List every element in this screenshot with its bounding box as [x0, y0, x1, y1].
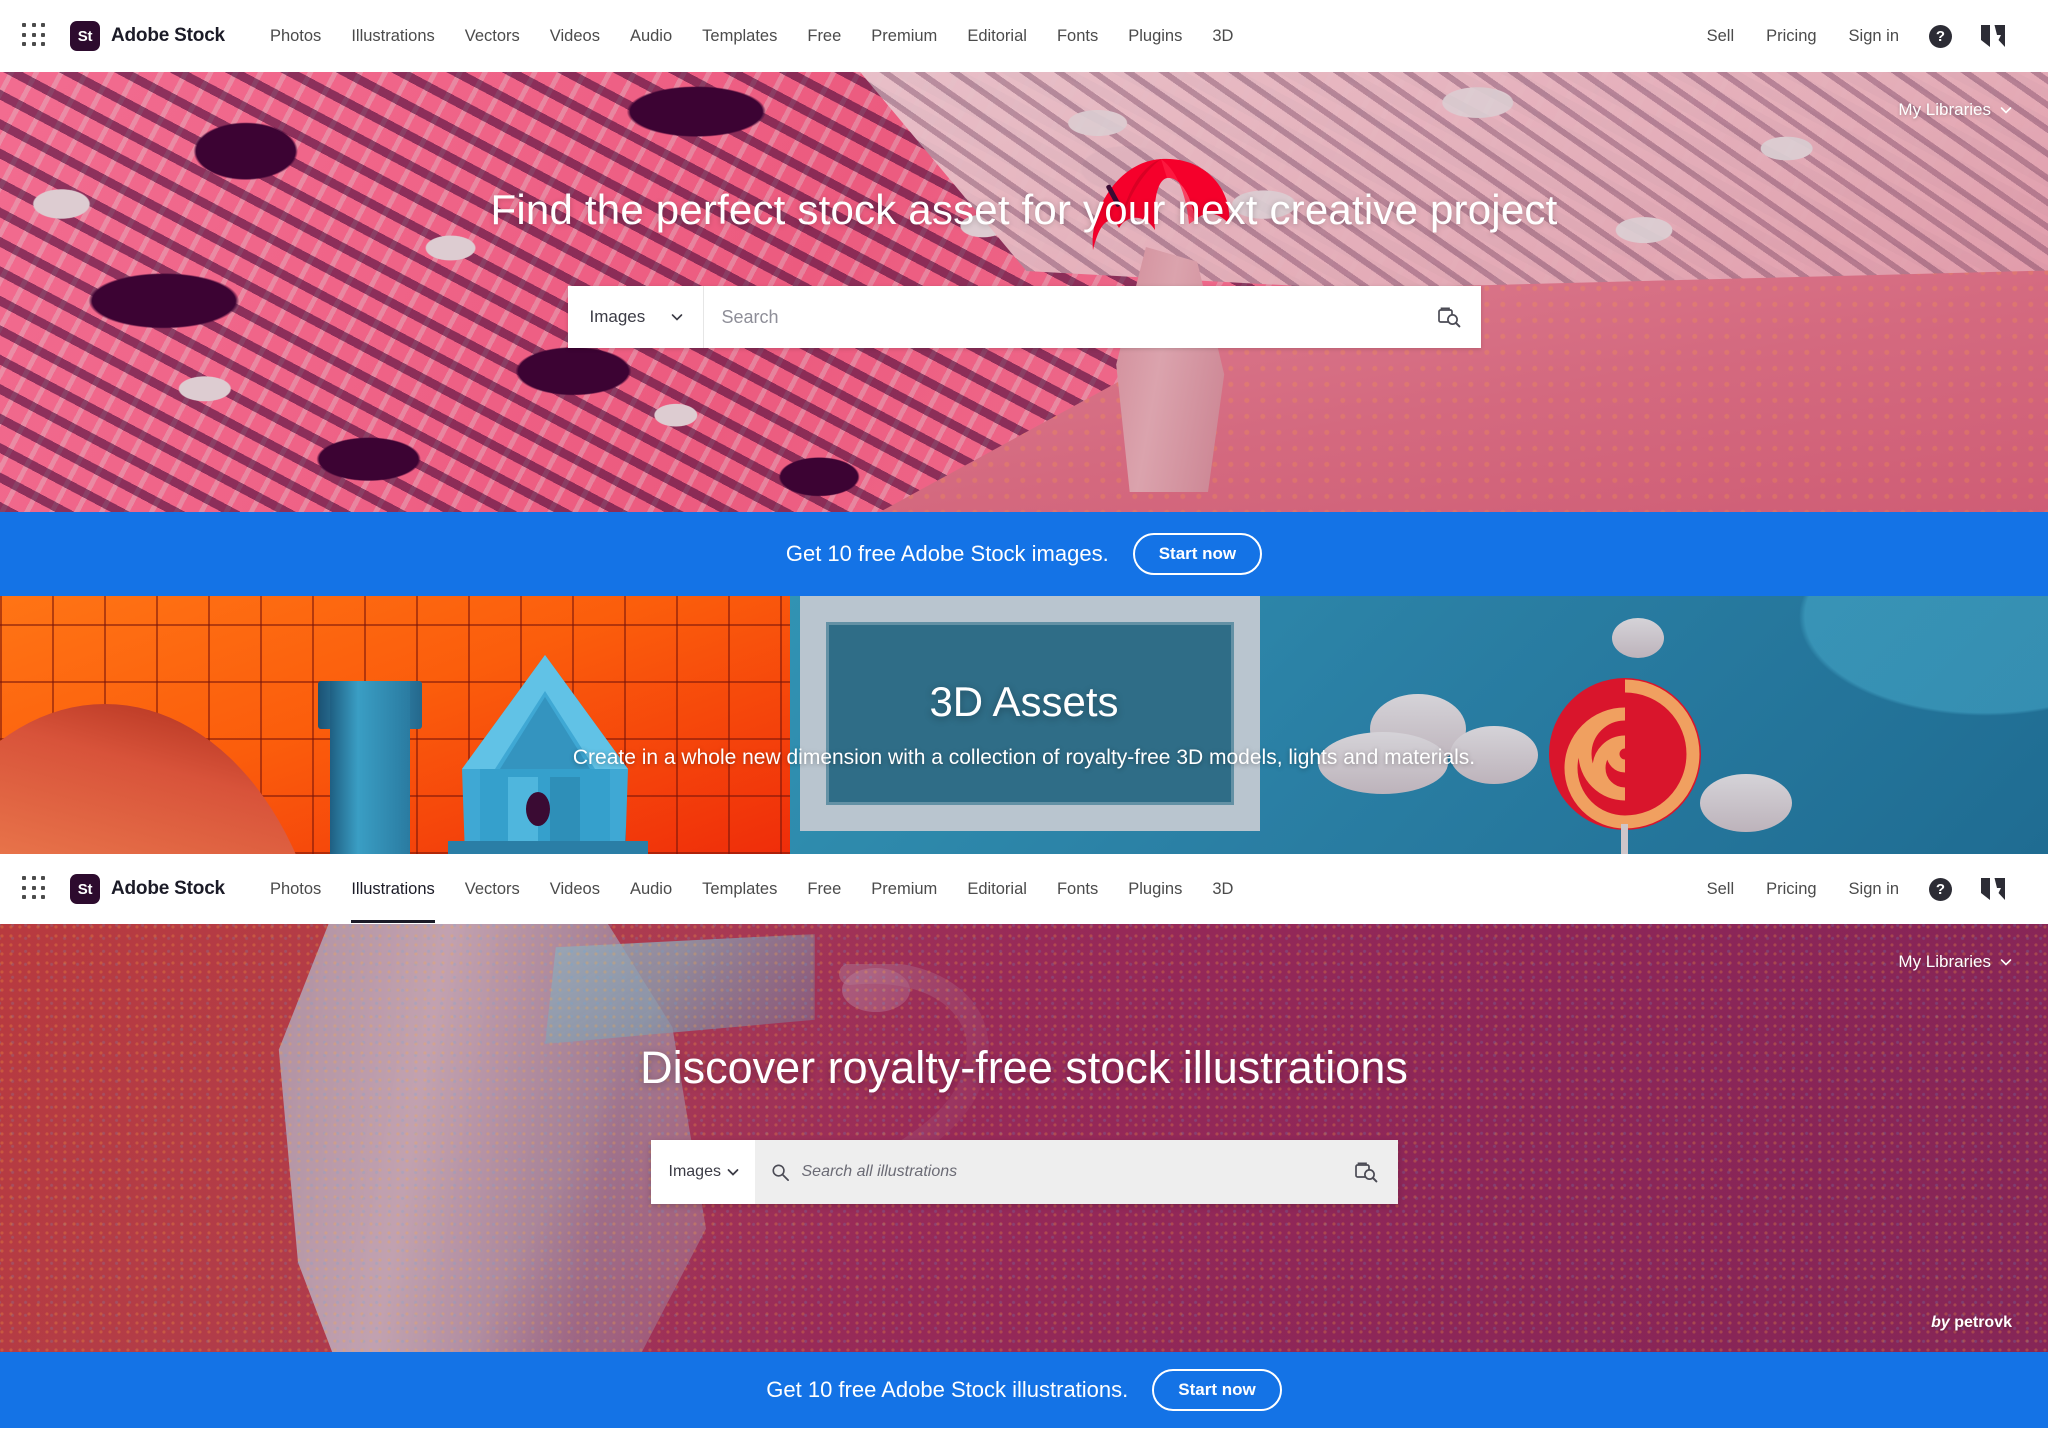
- adobe-stock-logo[interactable]: St Adobe Stock: [70, 874, 225, 904]
- search-icon: [771, 1163, 789, 1181]
- nav-item-editorial[interactable]: Editorial: [952, 3, 1042, 70]
- nav2-item-pricing[interactable]: Pricing: [1750, 856, 1832, 923]
- promo-banner-bottom-text: Get 10 free Adobe Stock illustrations.: [766, 1377, 1129, 1402]
- nav-item-plugins[interactable]: Plugins: [1113, 3, 1197, 70]
- attribution-author: petrovk: [1954, 1314, 2012, 1331]
- visual-search-button[interactable]: [1333, 1140, 1398, 1204]
- hero-title: Find the perfect stock asset for your ne…: [490, 186, 1558, 233]
- banner-3d-text-block: 3D Assets Create in a whole new dimensio…: [0, 596, 2048, 854]
- promo-banner-top-start-now-button[interactable]: Start now: [1132, 533, 1263, 575]
- search-type-select[interactable]: Images: [650, 1140, 755, 1204]
- chevron-down-icon: [2000, 107, 2012, 114]
- hero-illustrations-title: Discover royalty-free stock illustration…: [640, 1042, 1408, 1093]
- nav2-item-templates[interactable]: Templates: [687, 856, 792, 923]
- secondary-nav-links: Photos Illustrations Vectors Videos Audi…: [255, 856, 1691, 923]
- nav-item-fonts[interactable]: Fonts: [1042, 3, 1113, 70]
- stock-logo-mark: St: [70, 21, 100, 51]
- my-libraries-dropdown[interactable]: My Libraries: [1898, 952, 2012, 972]
- nav-item-pricing[interactable]: Pricing: [1750, 3, 1832, 70]
- nav-item-free[interactable]: Free: [792, 3, 856, 70]
- my-libraries-label: My Libraries: [1898, 100, 1991, 119]
- nav2-item-editorial[interactable]: Editorial: [952, 856, 1042, 923]
- nav-item-videos[interactable]: Videos: [535, 3, 615, 70]
- promo-banner-top: Get 10 free Adobe Stock images. Start no…: [0, 512, 2048, 596]
- adobe-stock-page: St Adobe Stock Photos Illustrations Vect…: [0, 0, 2048, 1448]
- hero-section-illustrations: My Libraries Discover royalty-free stock…: [0, 924, 2048, 1428]
- nav2-item-fonts[interactable]: Fonts: [1042, 856, 1113, 923]
- search-type-value: Images: [668, 1163, 721, 1180]
- promo-banner-bottom: Get 10 free Adobe Stock illustrations. S…: [0, 1352, 2048, 1428]
- image-attribution: by petrovk: [1931, 1314, 2012, 1332]
- banner-3d-subtitle: Create in a whole new dimension with a c…: [572, 745, 1476, 769]
- primary-navigation-bar: St Adobe Stock Photos Illustrations Vect…: [0, 0, 2048, 72]
- app-grid-icon[interactable]: [22, 23, 48, 49]
- nav2-item-videos[interactable]: Videos: [535, 856, 615, 923]
- chevron-down-icon: [671, 314, 682, 321]
- nav2-item-sign-in[interactable]: Sign in: [1833, 856, 1915, 923]
- help-icon: ?: [1929, 877, 1952, 901]
- promo-banner-bottom-start-now-button[interactable]: Start now: [1152, 1369, 1282, 1411]
- nav2-item-illustrations[interactable]: Illustrations: [336, 856, 449, 923]
- secondary-navigation-bar: St Adobe Stock Photos Illustrations Vect…: [0, 854, 2048, 924]
- visual-search-icon: [1437, 307, 1460, 328]
- promo-banner-top-text: Get 10 free Adobe Stock images.: [785, 541, 1109, 566]
- nav-item-premium[interactable]: Premium: [856, 3, 952, 70]
- nav-item-illustrations[interactable]: Illustrations: [336, 3, 449, 70]
- hero-content: My Libraries Find the perfect stock asse…: [0, 72, 2048, 512]
- help-button[interactable]: ?: [1915, 24, 1966, 48]
- nav2-item-audio[interactable]: Audio: [615, 856, 687, 923]
- secondary-nav-right: Sell Pricing Sign in ?: [1691, 856, 2020, 923]
- nav-item-sign-in[interactable]: Sign in: [1833, 3, 1915, 70]
- hero-illustrations-search-bar: Images: [650, 1140, 1398, 1204]
- app-grid-icon[interactable]: [22, 876, 48, 902]
- nav2-item-vectors[interactable]: Vectors: [450, 856, 535, 923]
- my-libraries-dropdown[interactable]: My Libraries: [1898, 100, 2012, 120]
- nav2-item-sell[interactable]: Sell: [1691, 856, 1751, 923]
- nav2-item-photos[interactable]: Photos: [255, 856, 336, 923]
- visual-search-icon: [1354, 1162, 1377, 1183]
- primary-nav-links: Photos Illustrations Vectors Videos Audi…: [255, 3, 1691, 70]
- nav2-item-premium[interactable]: Premium: [856, 856, 952, 923]
- primary-nav-right: Sell Pricing Sign in ?: [1691, 3, 2020, 70]
- hero-section-primary: My Libraries Find the perfect stock asse…: [0, 72, 2048, 512]
- brand-name-label: Adobe Stock: [111, 25, 225, 46]
- nav-item-photos[interactable]: Photos: [255, 3, 336, 70]
- nav2-item-plugins[interactable]: Plugins: [1113, 856, 1197, 923]
- nav-item-sell[interactable]: Sell: [1691, 3, 1751, 70]
- search-input[interactable]: [801, 1163, 1322, 1181]
- nav-item-3d[interactable]: 3D: [1197, 3, 1248, 70]
- nav-item-vectors[interactable]: Vectors: [450, 3, 535, 70]
- banner-3d-title: 3D Assets: [929, 677, 1119, 725]
- adobe-logo-icon: [1981, 25, 2005, 47]
- banner-3d-assets[interactable]: 3D Assets Create in a whole new dimensio…: [0, 596, 2048, 854]
- stock-logo-mark: St: [70, 874, 100, 904]
- chevron-down-icon: [727, 1169, 738, 1176]
- search-type-select[interactable]: Images: [568, 286, 704, 348]
- nav-item-audio[interactable]: Audio: [615, 3, 687, 70]
- visual-search-button[interactable]: [1417, 286, 1481, 348]
- search-field-wrapper: [754, 1140, 1334, 1204]
- nav2-item-free[interactable]: Free: [792, 856, 856, 923]
- adobe-logo-icon: [1981, 878, 2005, 900]
- help-button[interactable]: ?: [1915, 877, 1966, 901]
- adobe-account-button[interactable]: [1966, 877, 2020, 901]
- attribution-prefix: by: [1931, 1314, 1955, 1331]
- brand-name-label: Adobe Stock: [111, 878, 225, 899]
- hero-search-bar: Images: [567, 286, 1481, 348]
- my-libraries-label: My Libraries: [1898, 952, 1991, 971]
- search-field-wrapper: [704, 286, 1417, 348]
- adobe-account-button[interactable]: [1966, 24, 2020, 48]
- search-type-value: Images: [589, 307, 646, 326]
- chevron-down-icon: [2000, 959, 2012, 966]
- adobe-stock-logo[interactable]: St Adobe Stock: [70, 21, 225, 51]
- search-input[interactable]: [721, 306, 1405, 328]
- nav2-item-3d[interactable]: 3D: [1197, 856, 1248, 923]
- help-icon: ?: [1929, 24, 1952, 48]
- nav-item-templates[interactable]: Templates: [687, 3, 792, 70]
